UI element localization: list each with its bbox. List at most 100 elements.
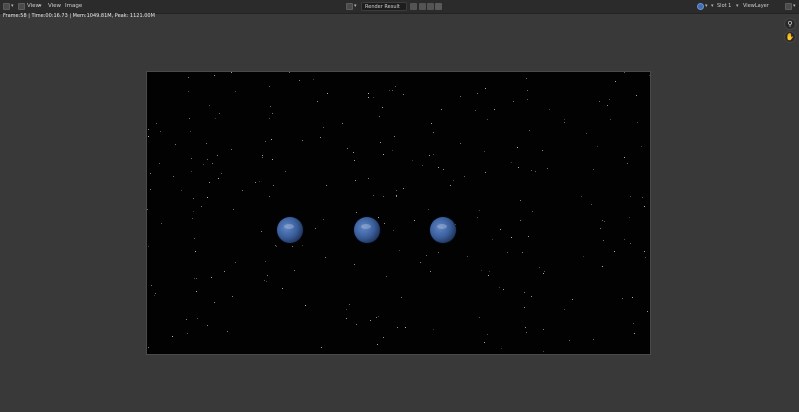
star (201, 206, 202, 207)
display-mode-chevron-icon[interactable]: ▾ (705, 0, 708, 13)
view-mode-icon[interactable] (18, 3, 25, 10)
star (212, 163, 213, 164)
star (207, 325, 208, 326)
editor-type-chevron-icon[interactable]: ▾ (11, 0, 14, 13)
star (327, 93, 328, 94)
star (489, 271, 490, 272)
image-browse-icon[interactable] (346, 3, 353, 10)
star (581, 196, 582, 197)
planet-center (354, 217, 380, 243)
fake-user-icon[interactable] (410, 3, 417, 10)
star (438, 252, 439, 253)
star (633, 323, 634, 324)
star (231, 149, 232, 150)
star (600, 228, 601, 229)
star (219, 113, 220, 114)
star (583, 256, 584, 257)
star (433, 329, 434, 330)
star (373, 97, 374, 98)
star (349, 304, 350, 305)
star (433, 154, 434, 155)
star (155, 293, 156, 294)
star (531, 296, 532, 297)
star (356, 324, 357, 325)
star (572, 299, 573, 300)
star (479, 210, 480, 211)
star (265, 261, 266, 262)
menu-image[interactable]: Image (65, 0, 82, 13)
star (190, 131, 191, 132)
star (267, 275, 268, 276)
star (609, 99, 610, 100)
star (543, 351, 544, 352)
star (231, 72, 232, 73)
star (443, 169, 444, 170)
planet-center-cloud (361, 224, 371, 229)
star (481, 270, 482, 271)
star (615, 81, 616, 82)
star (428, 209, 429, 210)
star (477, 217, 478, 218)
star (450, 185, 451, 186)
star (392, 90, 393, 91)
star (154, 295, 155, 296)
star (282, 288, 283, 289)
slot-chevron-icon[interactable]: ▾ (711, 0, 714, 13)
planet-right-cloud (437, 224, 447, 229)
render-pass-chevron-icon[interactable]: ▾ (793, 0, 796, 13)
slot-selector[interactable]: Slot 1 (717, 2, 735, 11)
star (377, 344, 378, 345)
star (528, 236, 529, 237)
view-layer-chevron-icon[interactable]: ▾ (736, 0, 739, 13)
star (642, 197, 643, 198)
star (207, 159, 208, 160)
star (513, 101, 514, 102)
star (151, 285, 152, 286)
star (317, 101, 318, 102)
star (217, 155, 218, 156)
view-mode-chevron-icon[interactable]: ▾ (39, 0, 42, 13)
star (624, 72, 625, 73)
star (396, 196, 397, 197)
star (355, 180, 356, 181)
unlink-icon[interactable] (435, 3, 442, 10)
star (630, 196, 631, 197)
star (235, 262, 236, 263)
star (586, 133, 587, 134)
star (405, 327, 406, 328)
render-pass-icon[interactable] (785, 3, 792, 10)
star (460, 96, 461, 97)
image-editor-icon[interactable] (3, 3, 10, 10)
star (233, 209, 234, 210)
star (313, 79, 314, 80)
pan-hand-icon[interactable]: ✋ (784, 31, 796, 43)
star (511, 237, 512, 238)
star (397, 327, 398, 328)
star (467, 256, 468, 257)
menu-view[interactable]: View (48, 0, 61, 13)
star (294, 270, 295, 271)
star (173, 176, 174, 177)
zoom-icon[interactable]: ⚲ (784, 18, 796, 30)
view-layer-selector[interactable]: ViewLayer (743, 2, 779, 11)
star (270, 106, 271, 107)
star (148, 136, 149, 137)
star (542, 150, 543, 151)
star (484, 151, 485, 152)
new-image-icon[interactable] (419, 3, 426, 10)
star (221, 173, 222, 174)
image-browse-chevron-icon[interactable]: ▾ (354, 0, 357, 13)
star (209, 182, 210, 183)
star (614, 251, 615, 252)
star (531, 170, 532, 171)
display-mode-icon[interactable] (697, 3, 704, 10)
image-name-field[interactable]: Render Result (361, 2, 407, 11)
star (630, 243, 631, 244)
star (206, 143, 207, 144)
open-image-icon[interactable] (427, 3, 434, 10)
planet-left (277, 217, 303, 243)
star (159, 163, 160, 164)
star (273, 185, 274, 186)
star (399, 250, 400, 251)
star (289, 72, 290, 73)
